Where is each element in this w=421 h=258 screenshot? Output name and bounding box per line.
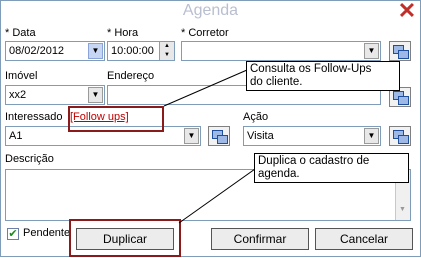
duplicar-callout-line1: Duplica o cadastro de xyxy=(258,155,370,167)
follow-ups-pointer-line xyxy=(163,69,248,107)
duplicar-callout-line2: agenda. xyxy=(258,168,300,180)
follow-ups-callout: Consulta os Follow-Ups do cliente. xyxy=(246,61,400,91)
follow-ups-callout-line2: do cliente. xyxy=(250,76,303,88)
duplicar-callout: Duplica o cadastro de agenda. xyxy=(254,153,409,183)
duplicar-pointer-line xyxy=(178,168,256,224)
follow-ups-callout-line1: Consulta os Follow-Ups xyxy=(250,63,372,75)
agenda-dialog: Agenda ✕ * Data 08/02/2012 ▼ * Hora 10:0… xyxy=(0,0,421,257)
callout-lines xyxy=(163,69,256,224)
